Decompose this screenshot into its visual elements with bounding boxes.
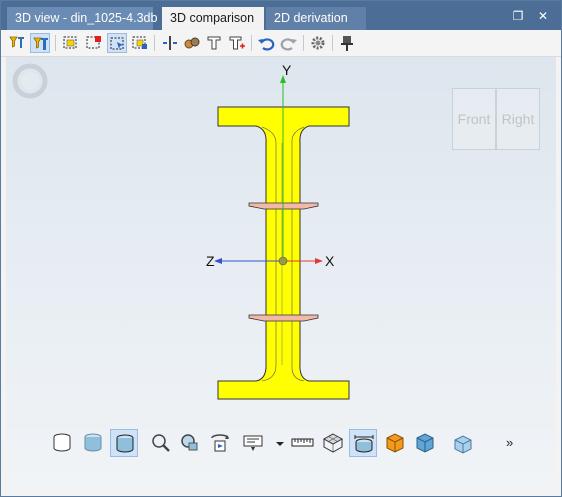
- filter-active-icon[interactable]: [30, 33, 50, 53]
- y-axis-label: Y: [282, 62, 292, 78]
- filter-icon[interactable]: [7, 33, 27, 53]
- light-cube-icon[interactable]: [449, 429, 477, 457]
- weld-icon[interactable]: [182, 33, 202, 53]
- select-remove-icon[interactable]: [84, 33, 104, 53]
- shaded-cylinder-icon[interactable]: [79, 429, 107, 457]
- separator: [55, 35, 56, 51]
- tab-3d-view[interactable]: 3D view - din_1025-4.3db: [7, 7, 157, 30]
- tab-bar: 3D view - din_1025-4.3db 3D comparison 2…: [1, 1, 561, 30]
- more-tools-button[interactable]: »: [506, 435, 513, 450]
- pin-icon[interactable]: [337, 33, 357, 53]
- bottom-toolbar: »: [1, 429, 561, 459]
- z-axis-label: Z: [206, 253, 215, 269]
- orange-cube-icon[interactable]: [381, 429, 409, 457]
- mesh-grid-icon[interactable]: [319, 429, 347, 457]
- settings-gear-icon[interactable]: [308, 33, 328, 53]
- toolbar: [1, 30, 561, 57]
- separator: [332, 35, 333, 51]
- close-button[interactable]: ✕: [534, 7, 552, 25]
- split-icon[interactable]: [160, 33, 180, 53]
- display-settings-icon[interactable]: [239, 429, 267, 457]
- separator: [154, 35, 155, 51]
- beam-icon[interactable]: [204, 33, 224, 53]
- tab-2d-derivation[interactable]: 2D derivation: [266, 7, 366, 30]
- shaded-edges-cylinder-icon[interactable]: [110, 429, 138, 457]
- separator: [303, 35, 304, 51]
- separator: [251, 35, 252, 51]
- floor-haze: [6, 402, 556, 429]
- select-part-icon[interactable]: [130, 33, 150, 53]
- select-box-icon[interactable]: [61, 33, 81, 53]
- section-dimension-icon[interactable]: [349, 429, 377, 457]
- stiffener-plate-lower[interactable]: [248, 314, 319, 322]
- 3d-viewport[interactable]: Front Right Y X Z: [6, 57, 556, 491]
- measure-ruler-icon[interactable]: [288, 429, 316, 457]
- zoom-icon[interactable]: [147, 429, 175, 457]
- undo-icon[interactable]: [256, 33, 276, 53]
- zoom-fit-icon[interactable]: [176, 429, 204, 457]
- model-scene[interactable]: Y X Z: [6, 57, 556, 429]
- redo-icon[interactable]: [279, 33, 299, 53]
- wireframe-cylinder-icon[interactable]: [48, 429, 76, 457]
- maximize-button[interactable]: ❐: [509, 7, 527, 25]
- select-cursor-icon[interactable]: [107, 33, 127, 53]
- tab-3d-comparison[interactable]: 3D comparison: [162, 7, 264, 30]
- x-axis-label: X: [325, 253, 335, 269]
- rotate-view-icon[interactable]: [206, 429, 234, 457]
- beam-add-icon[interactable]: [227, 33, 247, 53]
- blue-cube-icon[interactable]: [411, 429, 439, 457]
- window: 3D view - din_1025-4.3db 3D comparison 2…: [0, 0, 562, 497]
